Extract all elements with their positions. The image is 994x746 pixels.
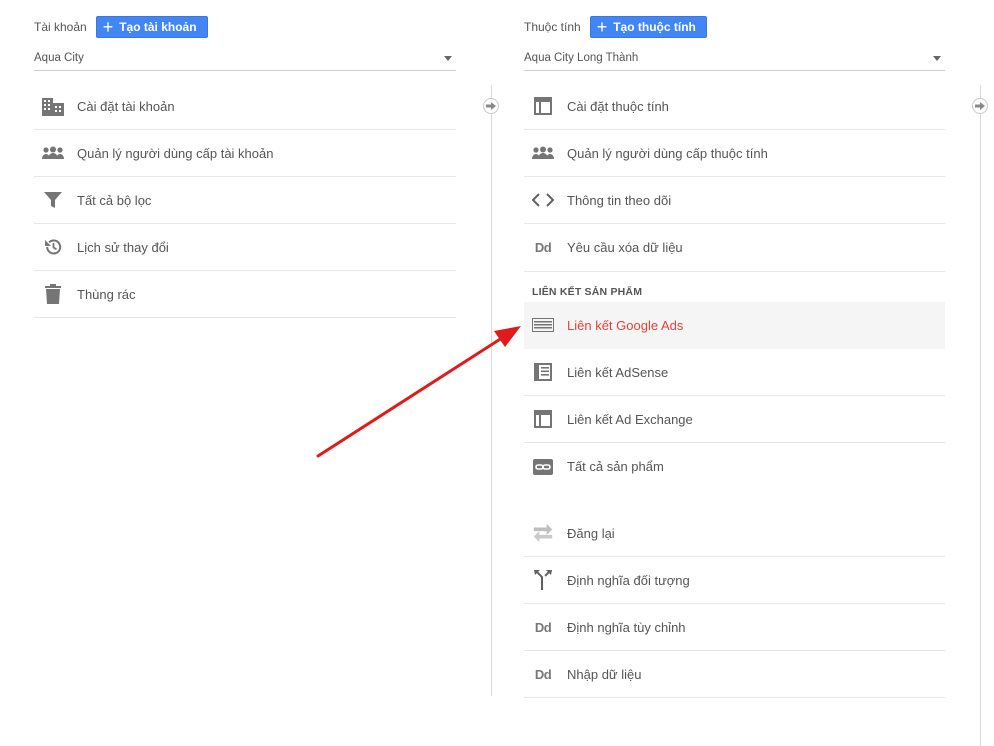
account-selector[interactable]: Aqua City: [34, 46, 456, 71]
plus-icon: +: [102, 17, 114, 37]
property-selector[interactable]: Aqua City Long Thành: [524, 46, 945, 71]
menu-item-change-history[interactable]: Lịch sử thay đổi: [34, 224, 456, 271]
menu-item-label: Liên kết Ad Exchange: [567, 411, 693, 427]
menu-item-label: Tất cả sản phẩm: [567, 459, 664, 474]
menu-item-label: Đăng lại: [567, 525, 615, 541]
menu-item-all-filters[interactable]: Tất cả bộ lọc: [34, 177, 456, 224]
menu-item-label: Định nghĩa tùy chỉnh: [567, 619, 686, 635]
dd-icon: Dd: [534, 240, 552, 255]
menu-item-tracking-info[interactable]: Thông tin theo dõi: [524, 177, 945, 224]
menu-item-label: Quản lý người dùng cấp thuộc tính: [567, 145, 768, 161]
repost-icon: [532, 522, 554, 544]
section-title-product-links: LIÊN KẾT SẢN PHẨM: [532, 286, 643, 298]
code-icon: [532, 189, 554, 211]
menu-item-data-import[interactable]: Dd Nhập dữ liệu: [524, 651, 945, 698]
window-icon: [532, 408, 554, 430]
menu-item-google-ads-links[interactable]: Liên kết Google Ads: [524, 302, 945, 349]
dd-icon: Dd: [534, 666, 552, 682]
property-menu: Cài đặt thuộc tính Quản lý người dùng cấ…: [524, 83, 945, 698]
people-icon: [42, 142, 64, 164]
create-property-button[interactable]: + Tạo thuộc tính: [589, 16, 707, 38]
menu-item-label: Thông tin theo dõi: [567, 192, 672, 208]
menu-item-adsense-links[interactable]: Liên kết AdSense: [524, 349, 945, 396]
arrow-right-circle-icon[interactable]: [483, 98, 499, 114]
plus-icon: +: [596, 17, 608, 37]
menu-item-label: Thùng rác: [77, 286, 136, 302]
filter-icon: [42, 189, 64, 211]
menu-item-label: Liên kết AdSense: [567, 364, 669, 380]
column-divider: [491, 85, 492, 696]
people-icon: [532, 142, 554, 164]
property-column: Thuộc tính + Tạo thuộc tính Aqua City Lo…: [524, 0, 945, 698]
caret-down-icon: [444, 55, 452, 61]
menu-item-ad-exchange-links[interactable]: Liên kết Ad Exchange: [524, 396, 945, 443]
menu-item-label: Cài đặt tài khoản: [77, 98, 175, 114]
account-label: Tài khoản: [34, 20, 87, 34]
menu-item-data-deletion[interactable]: Dd Yêu cầu xóa dữ liệu: [524, 224, 945, 271]
property-header: Thuộc tính + Tạo thuộc tính: [524, 0, 945, 40]
fork-icon: [532, 569, 554, 591]
account-selected-value: Aqua City: [34, 52, 84, 64]
caret-down-icon: [933, 55, 941, 61]
menu-item-label: Liên kết Google Ads: [567, 317, 684, 333]
menu-item-account-settings[interactable]: Cài đặt tài khoản: [34, 83, 456, 130]
account-header: Tài khoản + Tạo tài khoản: [34, 0, 456, 40]
history-icon: [42, 236, 64, 258]
account-column: Tài khoản + Tạo tài khoản Aqua City Cài …: [34, 0, 456, 318]
menu-item-audience-definitions[interactable]: Định nghĩa đối tượng: [524, 557, 945, 604]
menu-item-label: Lịch sử thay đổi: [77, 239, 169, 255]
trash-icon: [42, 283, 64, 305]
dd-icon: Dd: [534, 619, 552, 635]
column-divider: [980, 85, 981, 746]
create-property-label: Tạo thuộc tính: [613, 20, 696, 34]
property-selected-value: Aqua City Long Thành: [524, 52, 639, 64]
menu-item-property-users[interactable]: Quản lý người dùng cấp thuộc tính: [524, 130, 945, 177]
adsense-icon: [532, 361, 554, 383]
arrow-right-circle-icon[interactable]: [972, 98, 988, 114]
menu-item-property-settings[interactable]: Cài đặt thuộc tính: [524, 83, 945, 130]
property-label: Thuộc tính: [524, 20, 581, 34]
menu-item-trash[interactable]: Thùng rác: [34, 271, 456, 318]
menu-item-all-products[interactable]: Tất cả sản phẩm: [524, 443, 945, 490]
menu-item-custom-definitions[interactable]: Dd Định nghĩa tùy chỉnh: [524, 604, 945, 651]
menu-item-repost[interactable]: Đăng lại: [524, 510, 945, 557]
menu-item-label: Nhập dữ liệu: [567, 666, 642, 682]
menu-item-label: Định nghĩa đối tượng: [567, 572, 690, 588]
menu-item-label: Cài đặt thuộc tính: [567, 98, 669, 114]
link-icon: [532, 456, 554, 478]
account-menu: Cài đặt tài khoản Quản lý người dùng cấp…: [34, 83, 456, 318]
menu-item-label: Quản lý người dùng cấp tài khoản: [77, 145, 274, 161]
building-icon: [42, 95, 64, 117]
window-icon: [532, 95, 554, 117]
menu-item-label: Tất cả bộ lọc: [77, 192, 152, 208]
menu-item-account-users[interactable]: Quản lý người dùng cấp tài khoản: [34, 130, 456, 177]
menu-item-label: Yêu cầu xóa dữ liệu: [567, 240, 683, 255]
create-account-button[interactable]: + Tạo tài khoản: [95, 16, 208, 38]
create-account-label: Tạo tài khoản: [119, 20, 197, 34]
ads-card-icon: [532, 314, 554, 336]
